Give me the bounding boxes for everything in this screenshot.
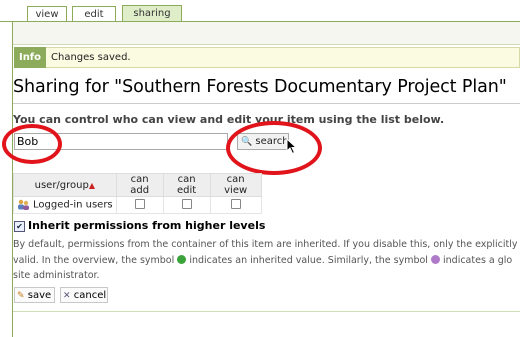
permissions-table: user/group▲ can add can edit can view Lo…: [13, 173, 262, 214]
cancel-button[interactable]: ✕ cancel: [60, 287, 108, 303]
highlight-ring-search-button: [226, 121, 322, 175]
can-view-checkbox[interactable]: [230, 198, 241, 209]
global-role-icon: [430, 254, 440, 264]
table-header-row: user/group▲ can add can edit can view: [13, 173, 262, 197]
user-group-name: Logged-in users: [33, 199, 113, 211]
description-line: By default, permissions from the contain…: [13, 239, 518, 250]
user-group-cell: Logged-in users: [13, 196, 117, 214]
column-header-can-edit: can edit: [162, 173, 211, 197]
tab-view[interactable]: view: [27, 6, 67, 22]
column-header-can-add: can add: [115, 173, 164, 197]
content-bottom-divider: [13, 311, 520, 312]
inherit-description: By default, permissions from the contain…: [13, 237, 520, 284]
description-line: site administrator.: [13, 270, 100, 281]
inherited-check-icon: [177, 254, 187, 264]
sort-descending-icon: ▲: [88, 180, 96, 190]
inherit-checkbox[interactable]: ✔: [14, 221, 25, 232]
can-view-cell: [209, 196, 262, 214]
inherit-label: Inherit permissions from higher levels: [28, 219, 266, 232]
can-add-cell: [115, 196, 164, 214]
description-line: valid. In the overview, the symbol indic…: [13, 254, 513, 266]
save-button[interactable]: ✎ save: [14, 287, 55, 303]
content-header-divider: [13, 44, 520, 45]
intro-text: You can control who can view and edit yo…: [13, 113, 445, 126]
can-add-checkbox[interactable]: [134, 198, 145, 209]
can-edit-cell: [162, 196, 211, 214]
status-message-text: Changes saved.: [51, 52, 131, 63]
column-header-user-group[interactable]: user/group▲: [13, 173, 117, 197]
highlight-ring-search-input: [2, 124, 62, 164]
info-badge: Info: [14, 47, 46, 68]
tab-edit[interactable]: edit: [72, 6, 116, 22]
tab-bar: view edit sharing: [0, 0, 520, 23]
users-icon: [18, 200, 29, 211]
cancel-icon: ✕: [63, 291, 71, 301]
column-header-can-view: can view: [209, 173, 262, 197]
page-title: Sharing for "Southern Forests Documentar…: [13, 77, 507, 97]
can-edit-checkbox[interactable]: [181, 198, 192, 209]
table-row: Logged-in users: [13, 196, 262, 214]
content-header-strip: [13, 22, 520, 44]
title-underline: [13, 103, 520, 104]
save-icon: ✎: [17, 291, 25, 301]
